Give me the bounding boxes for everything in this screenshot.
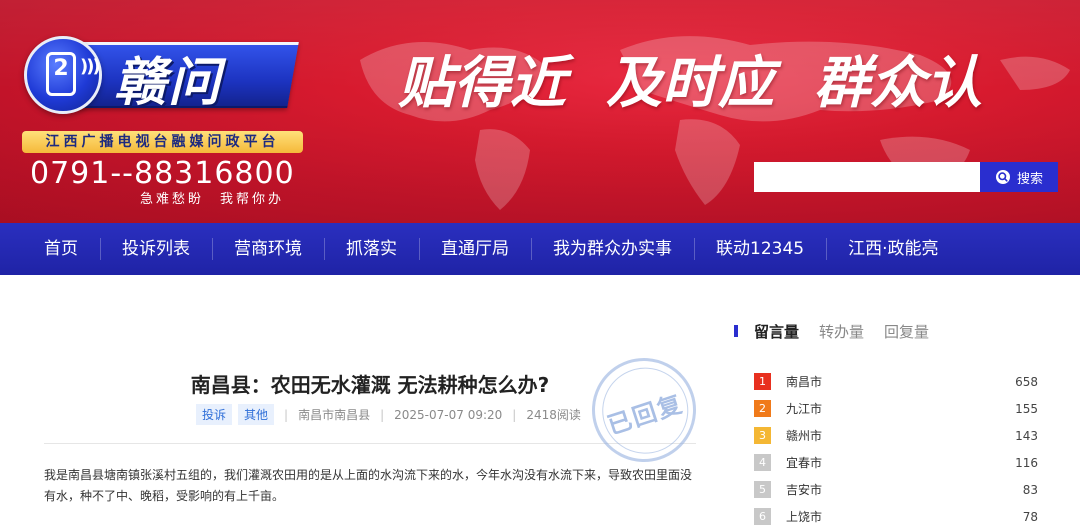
logo-phone-number: 2 (53, 56, 69, 81)
search-button[interactable]: 搜索 (980, 162, 1058, 192)
nav-item-implementation[interactable]: 抓落实 (324, 223, 419, 275)
rank-number-badge: 1 (754, 373, 771, 390)
ranking-row[interactable]: 2 九江市 155 (754, 395, 1038, 422)
article-datetime: 2025-07-07 09:20 (394, 407, 503, 422)
meta-separator: | (512, 407, 517, 422)
meta-separator: | (380, 407, 385, 422)
article-body: 我是南昌县塘南镇张溪村五组的，我们灌溉农田用的是从上面的水沟流下来的水，今年水沟… (44, 468, 693, 503)
divider (44, 443, 696, 444)
search-button-label: 搜索 (1016, 171, 1043, 187)
ranking-list: 1 南昌市 658 2 九江市 155 3 赣州市 143 4 宜春市 116 5 吉安市 83 6 上饶市 78 (754, 368, 1038, 530)
meta-separator: | (284, 407, 289, 422)
slogan-part-2: 及时应 (606, 51, 774, 116)
section-marker (734, 325, 738, 337)
rank-city: 赣州市 (786, 429, 823, 443)
signal-waves-icon: ))) (80, 56, 101, 77)
rank-city: 南昌市 (786, 375, 823, 389)
replied-stamp-text: 已回复 (604, 389, 687, 441)
ranking-row[interactable]: 5 吉安市 83 (754, 476, 1038, 503)
rank-city: 上饶市 (786, 510, 823, 524)
nav-item-linkage-12345[interactable]: 联动12345 (694, 223, 826, 275)
rank-count: 78 (1022, 509, 1038, 524)
ranking-panel: 留言量 转办量 回复量 1 南昌市 658 2 九江市 155 3 赣州市 143 4 宜春市 116… (734, 320, 1046, 525)
nav-item-practical-matters[interactable]: 我为群众办实事 (531, 223, 694, 275)
search-icon (995, 170, 1010, 184)
article-reads: 2418阅读 (526, 408, 581, 422)
nav-item-home[interactable]: 首页 (0, 223, 100, 275)
main-nav: 首页 投诉列表 营商环境 抓落实 直通厅局 我为群众办实事 联动12345 江西… (0, 223, 1080, 275)
rank-number-badge: 4 (754, 454, 771, 471)
logo-text: 赣问 (114, 53, 223, 113)
rank-count: 116 (1015, 455, 1038, 470)
rank-number-badge: 2 (754, 400, 771, 417)
ganwen-logo[interactable]: 2 ))) 赣问 (22, 34, 299, 114)
rank-count: 658 (1015, 374, 1038, 389)
nav-item-jiangxi-zhengnengliang[interactable]: 江西·政能亮 (826, 223, 960, 275)
tab-message-count[interactable]: 留言量 (754, 321, 799, 342)
hotline-number: 0791--88316800 (30, 156, 295, 191)
article-meta: 投诉 其他 | 南昌市南昌县 | 2025-07-07 09:20 | 2418… (196, 404, 581, 425)
rank-city: 吉安市 (786, 483, 823, 497)
ranking-row[interactable]: 1 南昌市 658 (754, 368, 1038, 395)
ranking-row[interactable]: 4 宜春市 116 (754, 449, 1038, 476)
header-banner: 2 ))) 赣问 江西广播电视台融媒问政平台 0791--88316800 急难… (0, 0, 1080, 223)
slogan-part-1: 贴得近 (398, 51, 566, 116)
rank-count: 83 (1022, 482, 1038, 497)
nav-item-complaints[interactable]: 投诉列表 (100, 223, 212, 275)
nav-item-business-environment[interactable]: 营商环境 (212, 223, 324, 275)
rank-number-badge: 6 (754, 508, 771, 525)
rank-count: 155 (1015, 401, 1038, 416)
slogan-part-3: 群众认 (814, 51, 982, 116)
rank-number-badge: 5 (754, 481, 771, 498)
rank-number-badge: 3 (754, 427, 771, 444)
nav-item-direct-departments[interactable]: 直通厅局 (419, 223, 531, 275)
search-input[interactable] (754, 162, 980, 192)
rank-count: 143 (1015, 428, 1038, 443)
ranking-row[interactable]: 3 赣州市 143 (754, 422, 1038, 449)
rank-city: 宜春市 (786, 456, 823, 470)
slogan: 贴得近 及时应 群众认 (398, 38, 1068, 116)
tab-transfer-count[interactable]: 转办量 (819, 321, 864, 342)
tag-other[interactable]: 其他 (238, 404, 275, 425)
rank-city: 九江市 (786, 402, 823, 416)
tag-complaint[interactable]: 投诉 (196, 404, 233, 425)
hotline-subtitle: 急难愁盼 我帮你办 (140, 192, 285, 207)
ranking-tabs: 留言量 转办量 回复量 (734, 320, 1046, 342)
platform-label: 江西广播电视台融媒问政平台 (22, 131, 303, 153)
article-location: 南昌市南昌县 (298, 408, 371, 422)
tab-reply-count[interactable]: 回复量 (884, 321, 929, 342)
ranking-row[interactable]: 6 上饶市 78 (754, 503, 1038, 530)
